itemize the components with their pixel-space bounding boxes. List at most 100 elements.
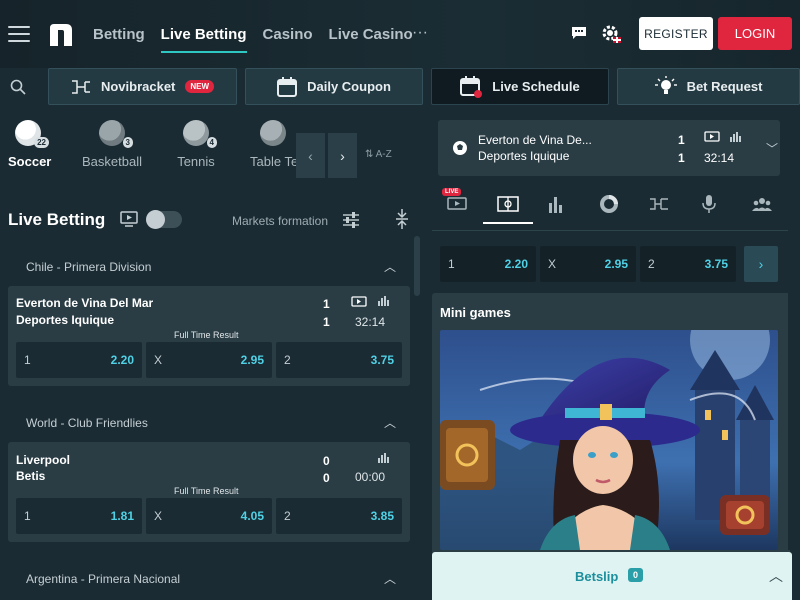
menu-icon[interactable] bbox=[8, 26, 30, 44]
live-badge: LIVE bbox=[442, 188, 462, 196]
more-odds-button[interactable]: › bbox=[744, 246, 778, 282]
tv-icon bbox=[447, 197, 467, 210]
tv-icon[interactable] bbox=[351, 296, 367, 308]
tab-live-stream[interactable]: LIVE bbox=[432, 184, 482, 224]
tv-icon[interactable] bbox=[704, 131, 720, 143]
nav-betting[interactable]: Betting bbox=[93, 26, 145, 51]
tv-icon bbox=[120, 211, 138, 227]
markets-formation-label[interactable]: Markets formation bbox=[232, 214, 328, 228]
featured-match-header[interactable]: Everton de Vina De... Deportes Iquique 1… bbox=[438, 120, 780, 176]
nav-casino[interactable]: Casino bbox=[263, 26, 313, 51]
odd-button-x[interactable]: X 2.95 bbox=[146, 342, 272, 378]
odd-button-1[interactable]: 1 1.81 bbox=[16, 498, 142, 534]
odd-button-2[interactable]: 2 3.75 bbox=[276, 342, 402, 378]
odd-label: 1 bbox=[448, 257, 455, 271]
tab-momentum[interactable] bbox=[584, 184, 634, 224]
bet-request-button[interactable]: Bet Request bbox=[617, 68, 800, 105]
sport-label: Table Te bbox=[250, 154, 296, 169]
novibracket-button[interactable]: Novibracket NEW bbox=[48, 68, 237, 105]
match-time: 32:14 bbox=[355, 315, 386, 329]
live-schedule-label: Live Schedule bbox=[492, 79, 580, 94]
collapse-all-icon[interactable] bbox=[395, 208, 409, 230]
chat-icon[interactable] bbox=[571, 26, 587, 40]
tab-lineups[interactable] bbox=[737, 184, 787, 224]
settings-gear-icon[interactable] bbox=[601, 24, 621, 44]
odd-button-1[interactable]: 1 2.20 bbox=[16, 342, 142, 378]
betslip-count-badge: 0 bbox=[628, 568, 644, 582]
basketball-icon: 3 bbox=[99, 120, 133, 148]
match-card[interactable]: Everton de Vina Del Mar Deportes Iquique… bbox=[8, 286, 410, 386]
nav-live-betting[interactable]: Live Betting bbox=[160, 26, 247, 53]
sport-table-tennis[interactable]: Table Te bbox=[250, 120, 296, 169]
league-header[interactable]: World - Club Friendlies ︿ bbox=[8, 416, 410, 432]
login-button[interactable]: LOGIN bbox=[718, 17, 792, 50]
tab-audio[interactable] bbox=[684, 184, 734, 224]
donut-chart-icon bbox=[600, 195, 618, 213]
stats-bars-icon[interactable] bbox=[730, 132, 742, 142]
right-panel: Everton de Vina De... Deportes Iquique 1… bbox=[432, 110, 800, 600]
stats-bars-icon[interactable] bbox=[378, 296, 390, 306]
logo[interactable] bbox=[46, 22, 74, 48]
home-team: Everton de Vina Del Mar bbox=[16, 296, 154, 310]
stats-bars-icon[interactable] bbox=[378, 453, 390, 463]
odd-value: 2.20 bbox=[504, 257, 528, 271]
sport-basketball[interactable]: 3 Basketball bbox=[82, 120, 142, 169]
sport-soccer[interactable]: 22 Soccer bbox=[8, 120, 52, 169]
tab-pitch[interactable] bbox=[483, 184, 533, 224]
match-time: 00:00 bbox=[355, 470, 386, 484]
market-label: Full Time Result bbox=[174, 330, 239, 340]
chevron-up-icon[interactable]: ︿ bbox=[384, 570, 396, 587]
sport-tennis[interactable]: 4 Tennis bbox=[175, 120, 217, 169]
home-score: 1 bbox=[323, 297, 330, 311]
chevron-up-icon[interactable]: ︿ bbox=[384, 414, 396, 431]
betslip-bar[interactable]: Betslip 0 ︿ bbox=[432, 552, 792, 600]
chevron-up-icon[interactable]: ︿ bbox=[384, 258, 396, 275]
live-schedule-button[interactable]: Live Schedule bbox=[431, 68, 609, 105]
sport-count: 4 bbox=[206, 137, 217, 148]
odd-button-2[interactable]: 2 3.85 bbox=[276, 498, 402, 534]
odd-value: 2.95 bbox=[604, 257, 628, 271]
league-header[interactable]: Argentina - Primera Nacional ︿ bbox=[8, 572, 410, 588]
betslip-label: Betslip bbox=[575, 569, 619, 584]
match-card[interactable]: Liverpool Betis 0 0 00:00 Full Time Resu… bbox=[8, 442, 410, 542]
away-team: Betis bbox=[16, 469, 46, 483]
search-icon[interactable] bbox=[10, 79, 26, 95]
sort-arrows-icon: ⇅ bbox=[365, 149, 376, 160]
odd-button-x[interactable]: X 4.05 bbox=[146, 498, 272, 534]
soccer-ball-icon bbox=[453, 141, 467, 155]
tab-statistics[interactable] bbox=[532, 184, 582, 224]
sort-az-button[interactable]: ⇅ A-Z bbox=[365, 149, 392, 160]
daily-coupon-button[interactable]: Daily Coupon bbox=[245, 68, 423, 105]
odd-value: 1.81 bbox=[110, 509, 134, 523]
chevron-down-icon[interactable]: ﹀ bbox=[766, 140, 778, 157]
sliders-icon[interactable] bbox=[343, 212, 359, 228]
tab-bracket[interactable] bbox=[634, 184, 684, 224]
right-scrollbar[interactable] bbox=[788, 110, 800, 550]
odd-button-x[interactable]: X 2.95 bbox=[540, 246, 636, 282]
stream-toggle[interactable] bbox=[146, 210, 182, 229]
league-header[interactable]: Chile - Primera Division ︿ bbox=[8, 260, 410, 276]
odd-value: 3.75 bbox=[704, 257, 728, 271]
main-nav: Betting Live Betting Casino Live Casino bbox=[93, 26, 413, 53]
odd-button-2[interactable]: 2 3.75 bbox=[640, 246, 736, 282]
new-badge: NEW bbox=[185, 80, 215, 93]
sport-label: Soccer bbox=[8, 154, 52, 169]
register-button[interactable]: REGISTER bbox=[639, 17, 713, 50]
match-view-tabs: LIVE bbox=[432, 184, 800, 224]
chevron-up-icon[interactable]: ︿ bbox=[769, 566, 783, 586]
calendar-live-icon bbox=[460, 75, 483, 98]
odd-label: 2 bbox=[284, 509, 291, 523]
mini-game-banner[interactable] bbox=[440, 330, 778, 550]
carousel-next-button[interactable]: › bbox=[328, 133, 357, 178]
odd-value: 3.75 bbox=[370, 353, 394, 367]
microphone-icon bbox=[702, 195, 716, 213]
more-menu-icon[interactable]: ··· bbox=[412, 24, 428, 42]
odd-value: 2.20 bbox=[110, 353, 134, 367]
left-scrollbar[interactable] bbox=[414, 236, 420, 296]
sports-carousel: 22 Soccer 3 Basketball 4 Tennis Table Te… bbox=[0, 120, 423, 190]
nav-live-casino[interactable]: Live Casino bbox=[329, 26, 413, 51]
odd-button-1[interactable]: 1 2.20 bbox=[440, 246, 536, 282]
sport-label: Basketball bbox=[82, 154, 142, 169]
carousel-prev-button[interactable]: ‹ bbox=[296, 133, 325, 178]
sort-label: A-Z bbox=[375, 149, 392, 160]
